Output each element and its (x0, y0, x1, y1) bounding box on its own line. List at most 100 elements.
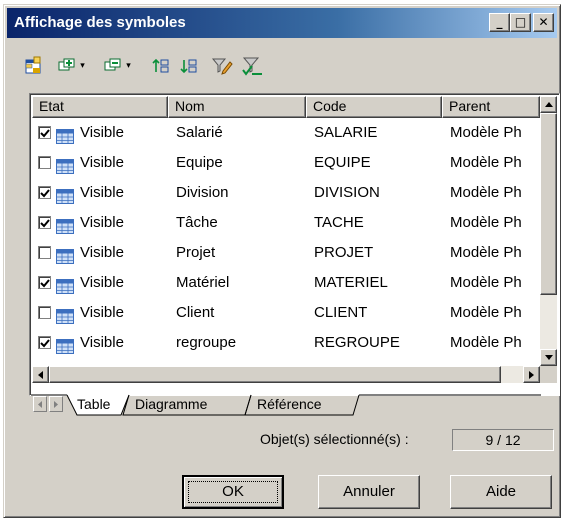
tab-reference[interactable]: Référence (257, 394, 322, 416)
scroll-thumb[interactable] (540, 113, 557, 295)
table-row[interactable]: Visible Tâche TACHE Modèle Ph (32, 208, 540, 238)
cell-etat: Visible (32, 178, 168, 208)
symbols-table: Etat Nom Code Parent Visible Salarié SALAR… (29, 93, 560, 396)
cell-etat: Visible (32, 238, 168, 268)
visibility-checkbox[interactable] (38, 246, 51, 259)
add-objects-icon (58, 58, 75, 71)
dialog-window: Affichage des symboles _ □ ✕ ▾ ▾ Etat No… (3, 4, 561, 518)
column-header-nom[interactable]: Nom (168, 96, 306, 118)
etat-text: Visible (80, 244, 124, 261)
table-icon (56, 275, 74, 298)
filter-icon[interactable] (209, 53, 235, 79)
scroll-right-button[interactable] (523, 366, 540, 383)
visibility-checkbox[interactable] (38, 276, 51, 289)
cell-parent: Modèle Ph (450, 214, 522, 231)
hscroll-thumb[interactable] (49, 366, 501, 383)
check-icon (40, 279, 50, 288)
cell-parent: Modèle Ph (450, 154, 522, 171)
cell-etat: Visible (32, 208, 168, 238)
table-row[interactable]: Visible Salarié SALARIE Modèle Ph (32, 118, 540, 148)
table-icon (56, 305, 74, 328)
cell-etat: Visible (32, 298, 168, 328)
cell-parent: Modèle Ph (450, 334, 522, 351)
help-button[interactable]: Aide (450, 475, 552, 509)
cancel-button[interactable]: Annuler (318, 475, 420, 509)
sort-descending-icon[interactable] (177, 53, 201, 79)
vertical-scrollbar[interactable] (540, 96, 557, 366)
cell-parent: Modèle Ph (450, 304, 522, 321)
cell-parent: Modèle Ph (450, 244, 522, 261)
etat-text: Visible (80, 358, 124, 366)
table-row[interactable]: Visible Matériel MATERIEL Modèle Ph (32, 268, 540, 298)
visibility-checkbox[interactable] (38, 186, 51, 199)
cell-code: TACHE (314, 214, 364, 231)
minimize-button[interactable]: _ (489, 13, 510, 32)
visibility-checkbox[interactable] (38, 216, 51, 229)
etat-text: Visible (80, 184, 124, 201)
column-header-etat[interactable]: Etat (32, 96, 168, 118)
etat-text: Visible (80, 154, 124, 171)
close-button[interactable]: ✕ (533, 13, 554, 32)
scroll-up-button[interactable] (540, 96, 557, 113)
properties-icon[interactable] (21, 53, 47, 79)
table-row[interactable]: Visible Projet PROJET Modèle Ph (32, 238, 540, 268)
table-row[interactable]: Visible engage ENGAGE Modèle Ph (32, 358, 540, 366)
tab-table[interactable]: Table (77, 394, 110, 416)
cell-parent: Modèle Ph (450, 358, 540, 366)
title-bar[interactable]: Affichage des symboles _ □ ✕ (7, 8, 557, 38)
tab-scroll-left[interactable] (33, 396, 47, 412)
cell-parent: Modèle Ph (450, 124, 522, 141)
cell-etat: Visible (32, 268, 168, 298)
cell-code: MATERIEL (314, 274, 388, 291)
maximize-button[interactable]: □ (510, 13, 531, 32)
horizontal-scrollbar[interactable] (32, 366, 540, 383)
arrow-right-icon (529, 370, 534, 379)
remove-objects-dropdown[interactable]: ▾ (97, 53, 137, 79)
arrow-right-icon (54, 400, 58, 408)
check-icon (40, 189, 50, 198)
column-header-code[interactable]: Code (306, 96, 442, 118)
check-icon (40, 339, 50, 348)
column-header-parent[interactable]: Parent (442, 96, 540, 118)
visibility-checkbox[interactable] (38, 306, 51, 319)
remove-objects-icon (104, 58, 121, 71)
cell-nom: Matériel (176, 274, 230, 291)
cell-etat: Visible (32, 118, 168, 148)
cell-nom: Equipe (176, 154, 223, 171)
table-row[interactable]: Visible Division DIVISION Modèle Ph (32, 178, 540, 208)
cell-code: DIVISION (314, 184, 380, 201)
arrow-down-icon (544, 355, 553, 360)
cell-etat: Visible (32, 328, 168, 358)
arrow-up-icon (544, 102, 553, 107)
visibility-checkbox[interactable] (38, 156, 51, 169)
tab-scroll-right[interactable] (49, 396, 63, 412)
table-row[interactable]: Visible regroupe REGROUPE Modèle Ph (32, 328, 540, 358)
etat-text: Visible (80, 304, 124, 321)
scroll-left-button[interactable] (32, 366, 49, 383)
filter-clear-icon[interactable] (239, 53, 265, 79)
arrow-left-icon (38, 400, 42, 408)
etat-text: Visible (80, 124, 124, 141)
scrollbar-corner (540, 366, 557, 383)
selection-count-value: 9 / 12 (452, 429, 554, 451)
cell-parent: Modèle Ph (450, 184, 522, 201)
cell-code: SALARIE (314, 124, 378, 141)
focus-rectangle (188, 481, 278, 503)
table-row[interactable]: Visible Client CLIENT Modèle Ph (32, 298, 540, 328)
arrow-left-icon (38, 370, 43, 379)
tab-diagramme[interactable]: Diagramme (135, 394, 207, 416)
scroll-down-button[interactable] (540, 349, 557, 366)
visibility-checkbox[interactable] (38, 336, 51, 349)
sort-ascending-icon[interactable] (149, 53, 173, 79)
visibility-checkbox[interactable] (38, 126, 51, 139)
ok-button[interactable]: OK (182, 475, 284, 509)
chevron-down-icon: ▾ (126, 61, 131, 71)
etat-text: Visible (80, 274, 124, 291)
table-icon (56, 155, 74, 178)
cell-nom: Tâche (176, 214, 218, 231)
add-objects-dropdown[interactable]: ▾ (51, 53, 91, 79)
cell-nom: regroupe (176, 334, 237, 351)
table-row[interactable]: Visible Equipe EQUIPE Modèle Ph (32, 148, 540, 178)
selection-count-label: Objet(s) sélectionné(s) : (260, 431, 409, 447)
cell-nom: engage (176, 358, 306, 366)
